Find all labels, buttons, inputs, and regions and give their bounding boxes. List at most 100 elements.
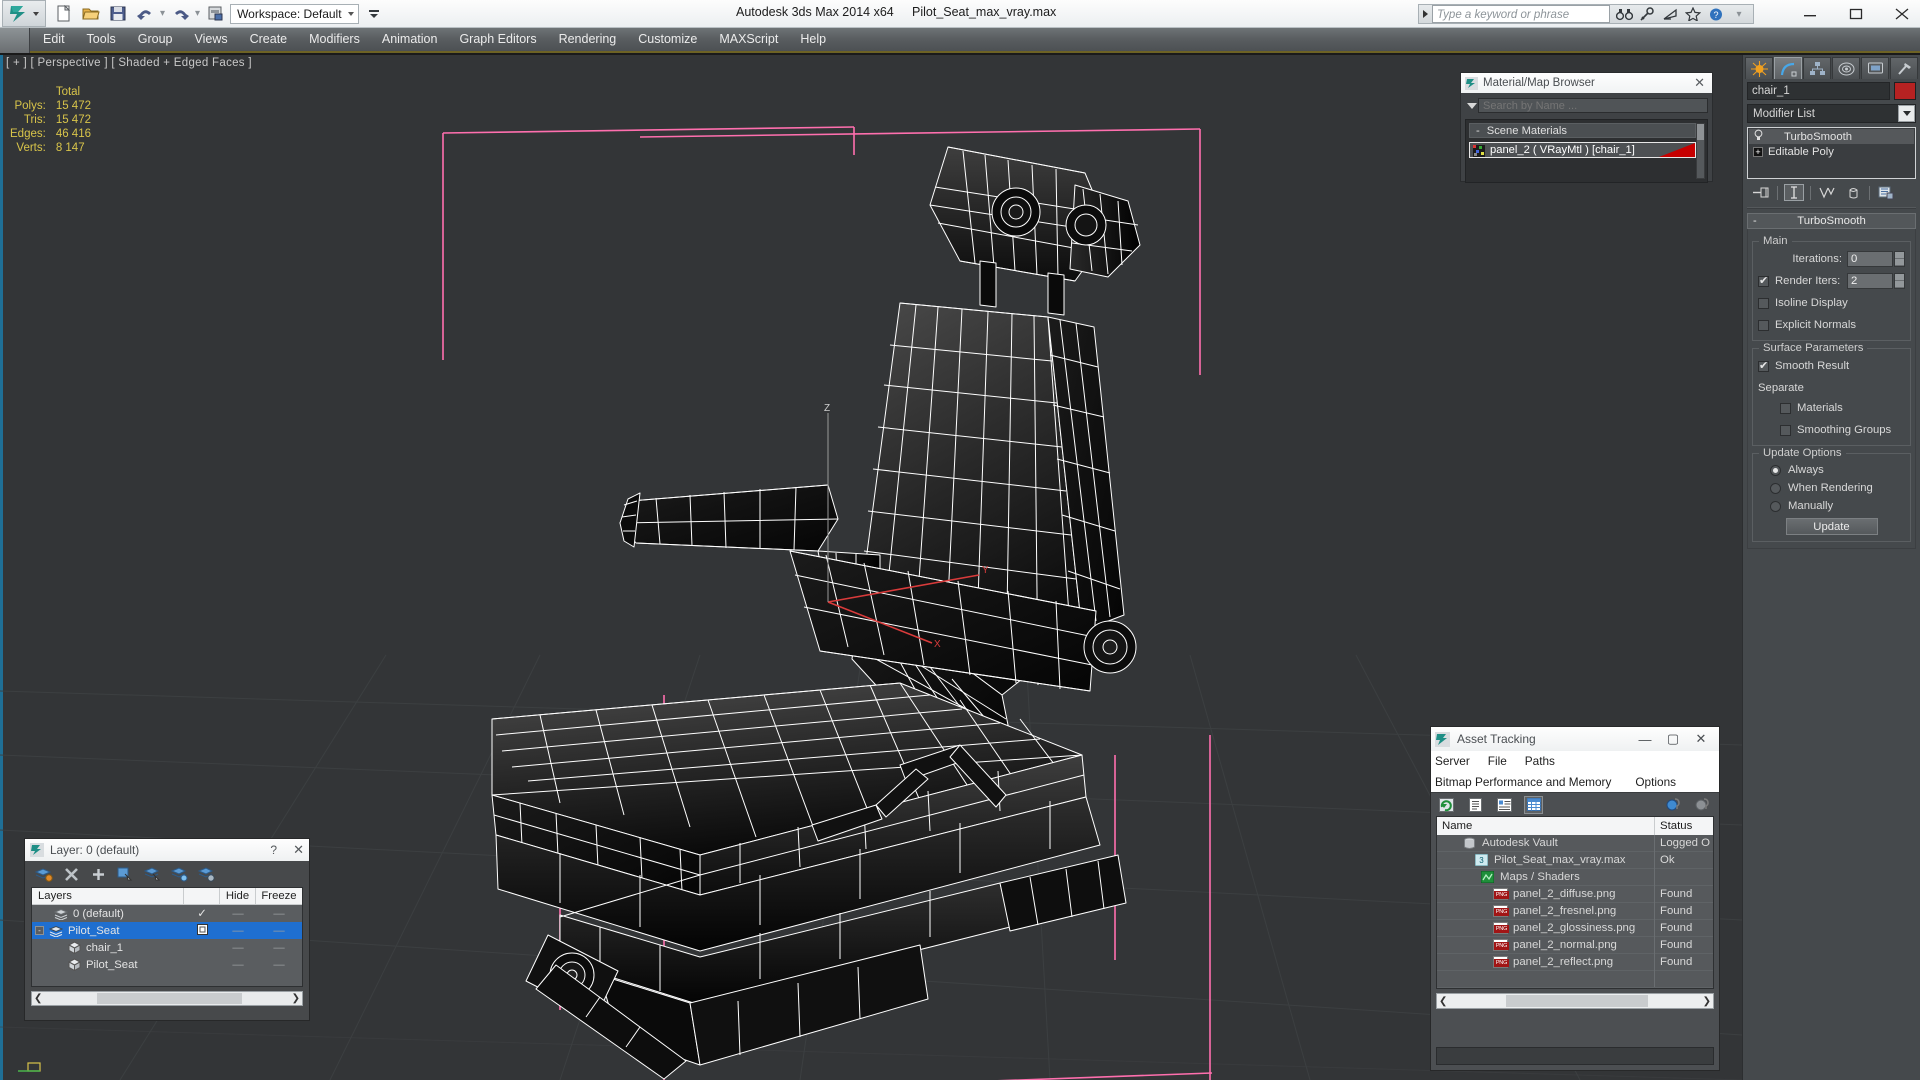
stack-item-editable-poly[interactable]: + Editable Poly xyxy=(1749,144,1914,159)
separate-materials-checkbox[interactable] xyxy=(1780,402,1791,414)
app-menu-chevron-icon[interactable] xyxy=(33,11,39,16)
plus-expand-icon[interactable]: + xyxy=(1753,146,1763,157)
update-always-row[interactable]: Always xyxy=(1758,462,1905,478)
viewport-label[interactable]: [ + ] [ Perspective ] [ Shaded + Edged F… xyxy=(6,57,252,69)
layer-row-default-hide[interactable]: — xyxy=(220,908,256,920)
help-search-box[interactable]: Type a keyword or phrase ? ▾ xyxy=(1418,4,1754,24)
layer-dialog[interactable]: Layer: 0 (default) ? ✕ Layers Hide Freez… xyxy=(24,838,310,1021)
iterations-input[interactable]: 0 xyxy=(1847,251,1893,267)
update-manually-radio[interactable] xyxy=(1770,500,1781,512)
layer-properties-icon[interactable] xyxy=(197,865,215,883)
menu-item-edit[interactable]: Edit xyxy=(32,27,76,52)
scene-materials-group[interactable]: - Scene Materials xyxy=(1469,123,1696,138)
material-list-item[interactable]: panel_2 ( VRayMtl ) [chair_1] xyxy=(1469,142,1696,158)
layer-row-default-freeze[interactable]: — xyxy=(256,908,302,920)
menu-item-animation[interactable]: Animation xyxy=(371,27,449,52)
minimize-button[interactable] xyxy=(1798,2,1822,26)
layer-row-pilot-seat-object-freeze[interactable]: — xyxy=(256,959,302,971)
material-browser-close-icon[interactable]: ✕ xyxy=(1694,75,1708,91)
satellite-icon[interactable] xyxy=(1660,5,1680,23)
utilities-tab[interactable] xyxy=(1890,57,1918,79)
list-view-icon[interactable] xyxy=(1466,796,1485,814)
stack-item-turbosmooth[interactable]: TurboSmooth xyxy=(1749,129,1914,144)
select-objects-in-layer-icon[interactable] xyxy=(116,865,134,883)
highlight-selected-objects-layer-icon[interactable] xyxy=(143,865,161,883)
isoline-display-checkbox[interactable] xyxy=(1758,297,1769,309)
update-when-rendering-row[interactable]: When Rendering xyxy=(1758,480,1905,496)
layer-row-default-active-check[interactable]: ✓ xyxy=(184,907,220,920)
create-new-layer-icon[interactable] xyxy=(35,865,53,883)
search-expand-icon[interactable] xyxy=(1419,5,1432,23)
lightbulb-icon[interactable] xyxy=(1753,129,1765,144)
object-color-swatch[interactable] xyxy=(1894,82,1916,100)
explicit-normals-checkbox[interactable] xyxy=(1758,319,1769,331)
asset-menu-file[interactable]: File xyxy=(1488,754,1507,768)
material-browser-scrollbar[interactable] xyxy=(1696,123,1705,179)
smoothing-groups-checkbox[interactable] xyxy=(1780,424,1791,436)
material-browser-titlebar[interactable]: Material/Map Browser ✕ xyxy=(1461,73,1712,93)
add-asset-icon[interactable] xyxy=(1665,796,1684,814)
render-iters-checkbox[interactable] xyxy=(1758,274,1769,287)
menu-item-help[interactable]: Help xyxy=(789,27,837,52)
asset-row-vault[interactable]: Autodesk Vault Logged O xyxy=(1437,834,1713,852)
asset-column-name[interactable]: Name xyxy=(1437,817,1655,835)
layer-scroll-left-icon[interactable]: ❮ xyxy=(34,993,42,1004)
layer-row-pilot-seat[interactable]: - Pilot_Seat — — xyxy=(32,922,302,939)
layer-horizontal-scrollbar[interactable]: ❮ ❯ xyxy=(31,991,303,1006)
make-unique-icon[interactable] xyxy=(1817,184,1837,201)
asset-row-reflect[interactable]: panel_2_reflect.png Found xyxy=(1437,953,1713,971)
workspace-chevron-icon[interactable] xyxy=(347,11,354,16)
asset-menu-bitmap-performance[interactable]: Bitmap Performance and Memory xyxy=(1435,775,1611,789)
search-input[interactable]: Type a keyword or phrase xyxy=(1432,5,1610,23)
layer-row-pilot-seat-hide[interactable]: — xyxy=(220,925,256,937)
layer-row-default[interactable]: 0 (default) ✓ — — xyxy=(32,905,302,922)
refresh-icon[interactable] xyxy=(1437,796,1456,814)
binoculars-icon[interactable] xyxy=(1614,5,1634,23)
save-icon[interactable] xyxy=(106,3,130,25)
asset-tracking-dialog[interactable]: Asset Tracking — ▢ ✕ Server File Paths B… xyxy=(1430,726,1720,1071)
layer-row-chair-1-hide[interactable]: — xyxy=(220,942,256,954)
asset-scroll-thumb[interactable] xyxy=(1505,995,1648,1007)
layer-row-pilot-seat-freeze[interactable]: — xyxy=(256,925,302,937)
asset-list[interactable]: Name Status Autodesk Vault Logged O 3 Pi… xyxy=(1436,816,1714,989)
undo-dropdown-icon[interactable]: ▾ xyxy=(160,8,165,19)
asset-row-glossiness[interactable]: panel_2_glossiness.png Found xyxy=(1437,919,1713,937)
layer-dialog-titlebar[interactable]: Layer: 0 (default) ? ✕ xyxy=(25,839,309,861)
asset-row-normal[interactable]: panel_2_normal.png Found xyxy=(1437,936,1713,954)
configure-sets-icon[interactable] xyxy=(1876,184,1896,201)
menu-item-rendering[interactable]: Rendering xyxy=(548,27,628,52)
show-end-result-icon[interactable] xyxy=(1784,184,1804,201)
material-map-browser[interactable]: Material/Map Browser ✕ - Scene Materials… xyxy=(1460,72,1713,183)
delete-highlighted-layers-icon[interactable] xyxy=(62,865,80,883)
pin-stack-icon[interactable] xyxy=(1751,184,1771,201)
menu-item-modifiers[interactable]: Modifiers xyxy=(298,27,371,52)
asset-minimize-button[interactable]: — xyxy=(1631,732,1659,747)
layer-column-hide[interactable]: Hide xyxy=(220,887,256,905)
layer-column-freeze[interactable]: Freeze xyxy=(256,888,302,905)
layer-row-pilot-seat-object-hide[interactable]: — xyxy=(220,959,256,971)
update-button[interactable]: Update xyxy=(1785,518,1878,535)
display-tab[interactable] xyxy=(1861,57,1889,79)
layer-dialog-close-icon[interactable]: ✕ xyxy=(293,842,304,858)
render-iters-stepper[interactable] xyxy=(1894,273,1905,289)
update-manually-row[interactable]: Manually xyxy=(1758,498,1905,514)
motion-tab[interactable] xyxy=(1832,57,1860,79)
app-logo-button[interactable] xyxy=(2,0,46,27)
layer-dialog-help-icon[interactable]: ? xyxy=(270,843,277,857)
material-search-input[interactable] xyxy=(1478,98,1708,113)
asset-maximize-button[interactable]: ▢ xyxy=(1659,731,1687,747)
asset-close-button[interactable]: ✕ xyxy=(1687,731,1715,747)
close-button[interactable] xyxy=(1890,2,1914,26)
help-dropdown-icon[interactable]: ▾ xyxy=(1729,5,1749,23)
scene-materials-expander[interactable]: - xyxy=(1476,125,1480,137)
remove-modifier-icon[interactable] xyxy=(1843,184,1863,201)
select-highlighted-objects-icon[interactable] xyxy=(170,865,188,883)
qat-overflow-icon[interactable] xyxy=(362,3,386,25)
asset-scroll-left-icon[interactable]: ❮ xyxy=(1439,996,1447,1007)
hierarchy-tab[interactable] xyxy=(1803,57,1831,79)
layer-expander-icon[interactable]: - xyxy=(35,926,44,935)
layer-row-chair-1-freeze[interactable]: — xyxy=(256,942,302,954)
menu-item-graph-editors[interactable]: Graph Editors xyxy=(448,27,547,52)
create-tab[interactable] xyxy=(1745,57,1773,79)
turbosmooth-rollout-header[interactable]: - TurboSmooth xyxy=(1747,213,1916,229)
